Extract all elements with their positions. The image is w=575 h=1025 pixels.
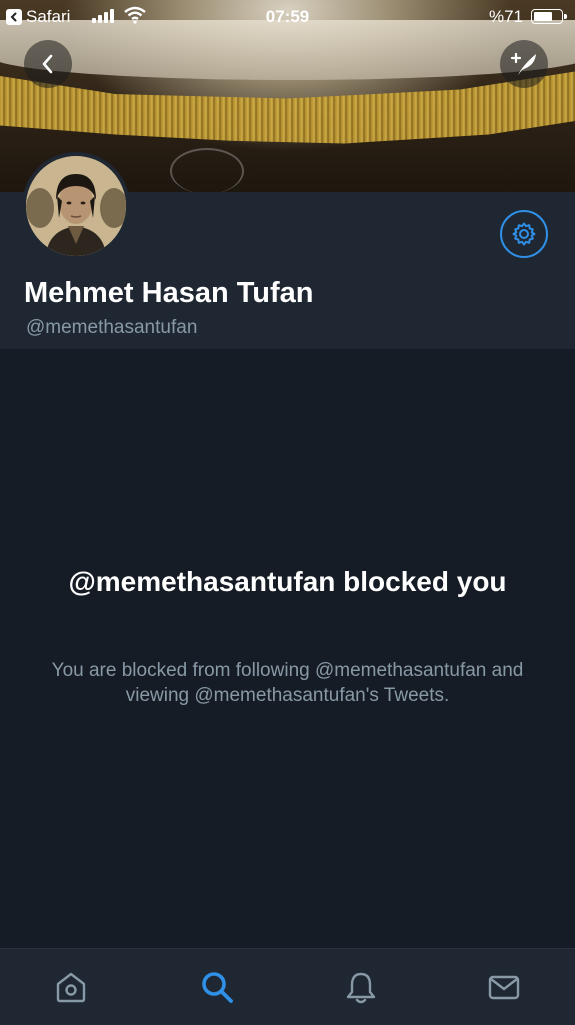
battery-icon bbox=[531, 9, 567, 24]
blocked-title: @memethasantufan blocked you bbox=[68, 566, 507, 597]
profile-settings-button[interactable] bbox=[500, 210, 548, 258]
status-bar: Safari 07:59 %71 bbox=[0, 0, 575, 34]
messages-icon bbox=[488, 975, 520, 1000]
tab-bar bbox=[0, 948, 575, 1025]
tab-notifications[interactable] bbox=[341, 967, 381, 1007]
compose-feather-icon bbox=[510, 52, 536, 75]
blocked-description: You are blocked from following @memethas… bbox=[51, 660, 524, 706]
profile-handle: @memethasantufan bbox=[26, 317, 198, 338]
profile-name: Mehmet Hasan Tufan bbox=[24, 277, 314, 309]
compose-tweet-button[interactable] bbox=[500, 40, 548, 88]
gear-icon bbox=[512, 222, 536, 246]
back-button[interactable] bbox=[24, 40, 72, 88]
avatar-image bbox=[26, 156, 126, 256]
chevron-left-icon bbox=[42, 54, 53, 74]
avatar[interactable] bbox=[22, 152, 130, 260]
home-icon bbox=[56, 972, 86, 1003]
tab-messages[interactable] bbox=[484, 967, 524, 1007]
battery-fill bbox=[534, 12, 552, 21]
battery-percent: %71 bbox=[488, 7, 523, 26]
tab-home[interactable] bbox=[51, 967, 91, 1007]
notifications-icon bbox=[346, 972, 376, 1004]
tab-search[interactable] bbox=[197, 967, 237, 1007]
search-icon bbox=[202, 972, 233, 1003]
banner-smoke bbox=[170, 148, 244, 192]
